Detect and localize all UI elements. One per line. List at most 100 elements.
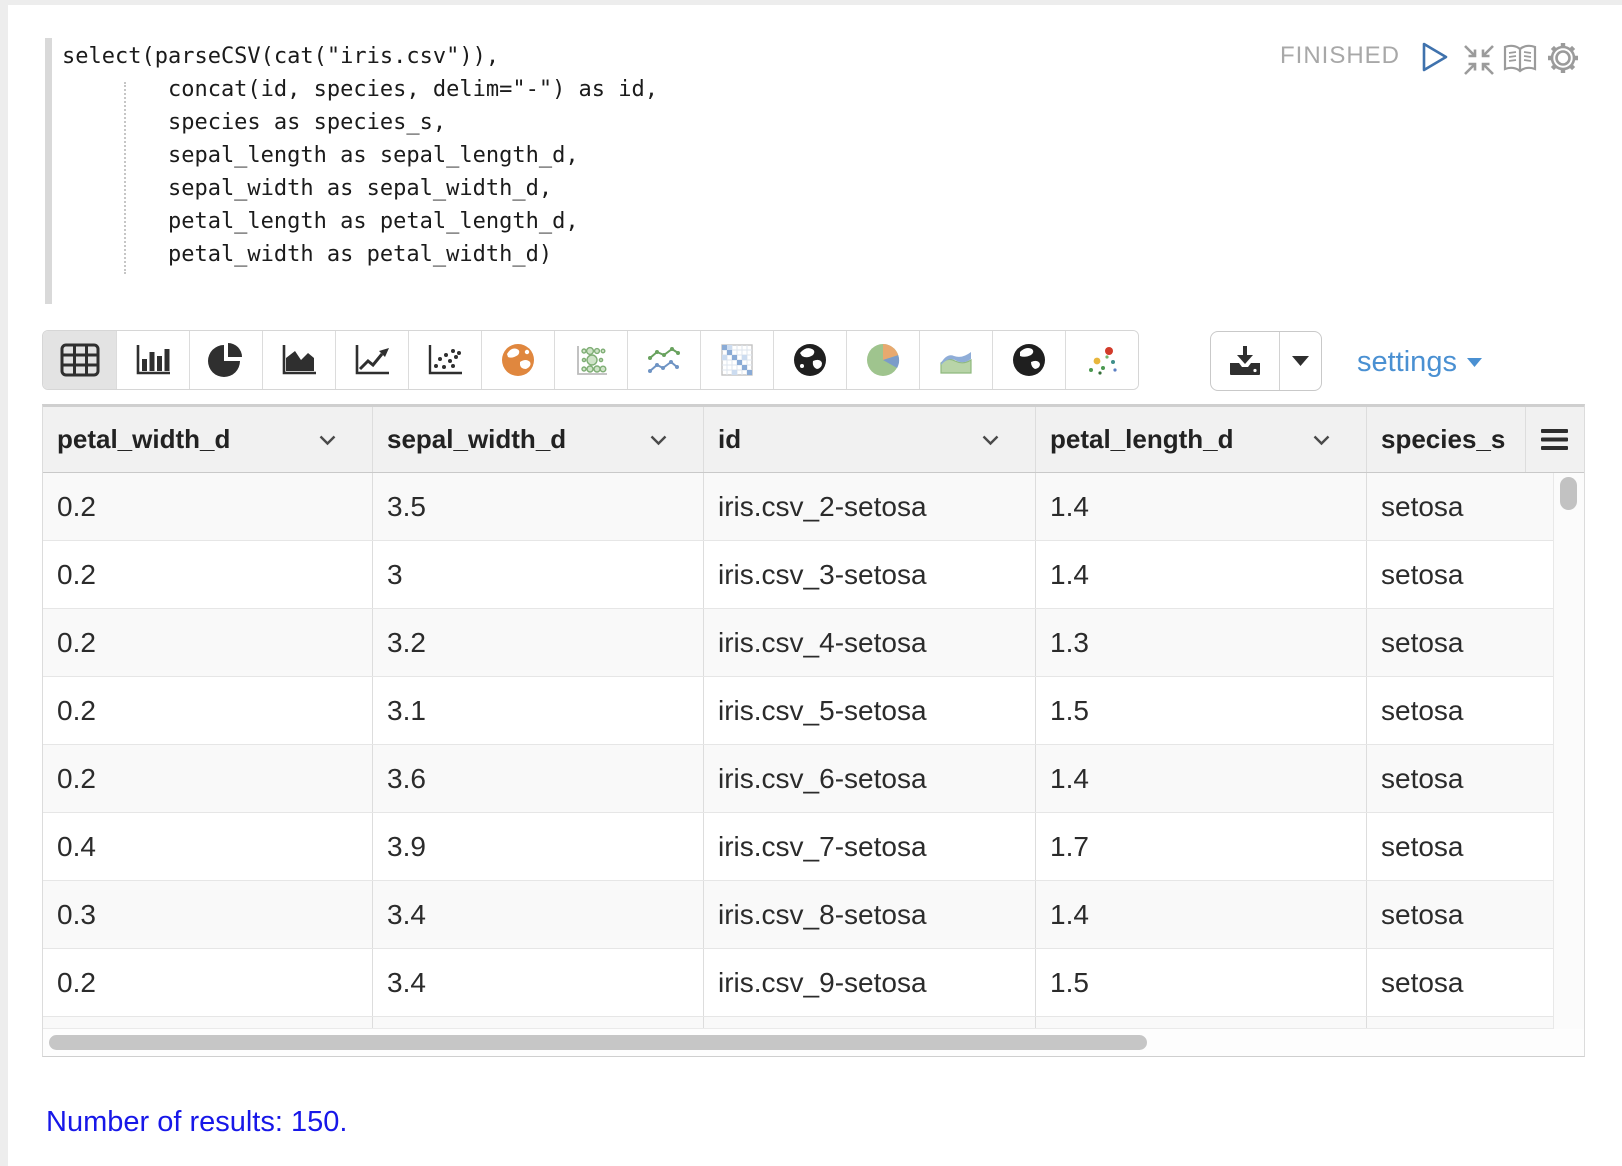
table-row: 0.43.9iris.csv_7-setosa1.7setosa — [43, 813, 1584, 881]
chart-type-scatter-chart-button[interactable] — [408, 331, 481, 389]
table-row: 0.23.1iris.csv_5-setosa1.5setosa — [43, 677, 1584, 745]
column-header-label: id — [718, 424, 741, 455]
table-icon — [60, 343, 100, 377]
column-header-label: sepal_width_d — [387, 424, 566, 455]
result-table: petal_width_d sepal_width_d id petal_length… — [42, 404, 1585, 1057]
table-menu-button[interactable] — [1526, 407, 1584, 472]
pie-colored-icon — [865, 342, 901, 378]
table-row: 0.23.6iris.csv_6-setosa1.4setosa — [43, 745, 1584, 813]
chart-type-globe-dark-button[interactable] — [773, 331, 846, 389]
chart-type-matrix-heatmap-button[interactable] — [700, 331, 773, 389]
chart-type-bar-chart-button[interactable] — [116, 331, 189, 389]
horizontal-scrollbar-thumb[interactable] — [49, 1035, 1147, 1050]
chart-type-multi-line-chart-button[interactable] — [627, 331, 700, 389]
collapse-output-button[interactable] — [1462, 43, 1496, 82]
column-header-label: petal_width_d — [57, 424, 230, 455]
table-cell: 3.2 — [373, 609, 704, 676]
table-cell: iris.csv_6-setosa — [704, 745, 1036, 812]
table-cell: 0.4 — [43, 813, 373, 880]
column-header-sepal_width_d[interactable]: sepal_width_d — [373, 407, 704, 472]
run-button[interactable] — [1420, 41, 1450, 78]
table-cell: 1.4 — [1036, 473, 1367, 540]
table-cell: iris.csv_2-setosa — [704, 473, 1036, 540]
caret-down-icon — [1467, 358, 1482, 367]
multi-line-chart-icon — [645, 343, 683, 377]
download-options-button[interactable] — [1280, 332, 1321, 390]
vertical-scrollbar-thumb[interactable] — [1560, 477, 1577, 510]
column-dropdown-icon[interactable] — [319, 435, 336, 446]
horizontal-scrollbar[interactable] — [43, 1029, 1584, 1056]
play-icon — [1420, 41, 1450, 73]
table-cell — [704, 1017, 1036, 1028]
table-cell — [43, 1017, 373, 1028]
chart-type-toolbar — [42, 330, 1139, 390]
paragraph-settings-button[interactable] — [1545, 40, 1581, 81]
table-cell: iris.csv_3-setosa — [704, 541, 1036, 608]
settings-dropdown[interactable]: settings — [1357, 346, 1482, 379]
bar-chart-icon — [134, 343, 172, 377]
chart-type-pie-colored-button[interactable] — [846, 331, 919, 389]
table-cell: 0.3 — [43, 881, 373, 948]
download-icon — [1227, 345, 1263, 377]
table-cell: setosa — [1367, 677, 1555, 744]
code-editor[interactable]: select(parseCSV(cat("iris.csv")), concat… — [62, 40, 658, 271]
show-editor-button[interactable] — [1501, 42, 1539, 81]
chart-type-scatter-colored-button[interactable] — [1065, 331, 1138, 389]
table-row: 0.23.4iris.csv_9-setosa1.5setosa — [43, 949, 1584, 1017]
page-edge-top — [0, 0, 1622, 5]
column-header-petal_length_d[interactable]: petal_length_d — [1036, 407, 1367, 472]
table-cell: 1.7 — [1036, 813, 1367, 880]
table-cell: 1.5 — [1036, 949, 1367, 1016]
table-cell: setosa — [1367, 473, 1555, 540]
table-row-partial — [43, 1017, 1584, 1029]
table-cell: 0.2 — [43, 745, 373, 812]
table-cell — [373, 1017, 704, 1028]
table-cell: 1.4 — [1036, 881, 1367, 948]
column-header-petal_width_d[interactable]: petal_width_d — [43, 407, 373, 472]
chart-type-line-chart-button[interactable] — [335, 331, 408, 389]
table-cell: 0.2 — [43, 677, 373, 744]
table-cell — [1367, 1017, 1555, 1028]
chart-type-area-colored-button[interactable] — [919, 331, 992, 389]
pie-chart-icon — [208, 342, 244, 378]
hamburger-icon — [1541, 429, 1569, 450]
matrix-heatmap-icon — [720, 343, 754, 377]
table-cell: 3.4 — [373, 881, 704, 948]
chart-type-globe-dark-2-button[interactable] — [992, 331, 1065, 389]
table-row: 0.33.4iris.csv_8-setosa1.4setosa — [43, 881, 1584, 949]
chart-type-table-button[interactable] — [43, 331, 116, 389]
chart-type-bubble-grid-button[interactable] — [554, 331, 627, 389]
area-colored-icon — [937, 344, 975, 376]
column-dropdown-icon[interactable] — [1313, 435, 1330, 446]
table-cell: 1.4 — [1036, 745, 1367, 812]
line-chart-icon — [353, 343, 391, 377]
column-header-id[interactable]: id — [704, 407, 1036, 472]
table-cell: 3.1 — [373, 677, 704, 744]
chart-type-map-globe-orange-button[interactable] — [481, 331, 554, 389]
table-cell: iris.csv_7-setosa — [704, 813, 1036, 880]
column-dropdown-icon[interactable] — [982, 435, 999, 446]
globe-dark-2-icon — [1011, 342, 1047, 378]
table-cell: 0.2 — [43, 473, 373, 540]
table-cell: 3.9 — [373, 813, 704, 880]
book-icon — [1501, 42, 1539, 76]
paragraph-status: FINISHED — [1280, 42, 1400, 70]
chart-type-area-chart-button[interactable] — [262, 331, 335, 389]
table-cell: 3.5 — [373, 473, 704, 540]
table-cell: setosa — [1367, 813, 1555, 880]
settings-label: settings — [1357, 346, 1457, 379]
chart-type-pie-chart-button[interactable] — [189, 331, 262, 389]
table-cell: setosa — [1367, 881, 1555, 948]
table-row: 0.23.2iris.csv_4-setosa1.3setosa — [43, 609, 1584, 677]
table-cell: setosa — [1367, 745, 1555, 812]
vertical-scrollbar[interactable] — [1553, 473, 1584, 1029]
table-cell: setosa — [1367, 541, 1555, 608]
column-dropdown-icon[interactable] — [650, 435, 667, 446]
table-row: 0.23.5iris.csv_2-setosa1.4setosa — [43, 473, 1584, 541]
column-header-label: petal_length_d — [1050, 424, 1233, 455]
zeppelin-paragraph: { "paragraph": { "code": "select(parseCS… — [0, 0, 1622, 1166]
column-header-species_s[interactable]: species_s — [1367, 407, 1526, 472]
download-button[interactable] — [1211, 332, 1280, 390]
table-cell — [1036, 1017, 1367, 1028]
table-header-row: petal_width_d sepal_width_d id petal_length… — [43, 407, 1584, 473]
